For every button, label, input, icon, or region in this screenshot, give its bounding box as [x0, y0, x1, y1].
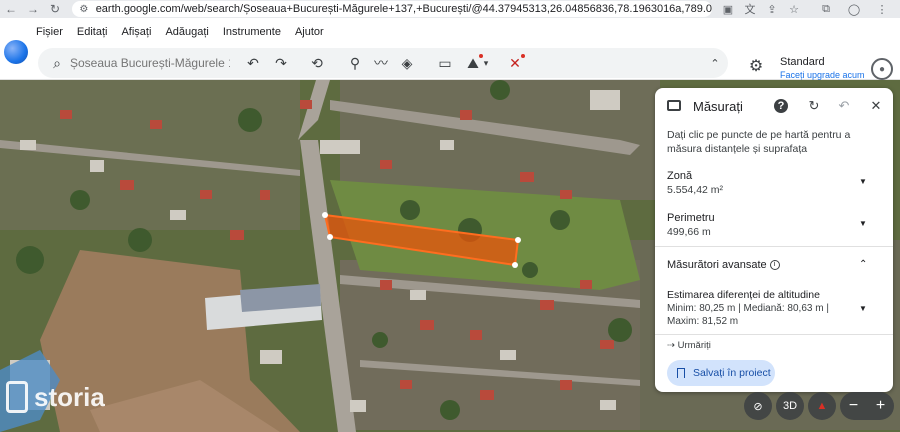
undo-icon[interactable]: ↶: [835, 97, 853, 115]
help-icon[interactable]: ?: [774, 99, 788, 113]
area-row[interactable]: Zonă 5.554,42 m² ▼: [655, 168, 893, 208]
settings-gear-icon[interactable]: ⚙: [746, 56, 766, 76]
menu-help[interactable]: Ajutor: [295, 26, 324, 38]
panel-header: Măsurați ? ↻ ↶ ✕: [655, 88, 893, 124]
panel-title: Măsurați: [693, 99, 743, 114]
placemark-icon[interactable]: ⚲: [344, 48, 366, 78]
extensions-icon[interactable]: ⧉: [818, 1, 834, 17]
menu-tools[interactable]: Instrumente: [223, 26, 281, 38]
share-icon[interactable]: ⇪: [764, 1, 780, 17]
app-header: Fișier Editați Afișați Adăugați Instrume…: [0, 18, 900, 80]
perimeter-row[interactable]: Perimetru 499,66 m ▼: [655, 210, 893, 250]
follow-link[interactable]: ⇢ Urmăriți: [667, 340, 711, 351]
layers-icon[interactable]: ◈: [396, 48, 418, 78]
browser-menu-icon[interactable]: ⋮: [874, 1, 890, 17]
advanced-label: Măsurători avansate i: [667, 259, 780, 271]
close-icon[interactable]: ✕: [867, 97, 885, 115]
path-icon[interactable]: 〰: [370, 48, 392, 78]
menu-view[interactable]: Afișați: [121, 26, 151, 38]
elevation-values: Minim: 80,25 m | Mediană: 80,63 m | Maxi…: [667, 303, 829, 327]
area-label: Zonă: [667, 170, 693, 182]
bookmark-icon: [677, 368, 685, 378]
menu-add[interactable]: Adăugați: [165, 26, 208, 38]
bookmark-star-icon[interactable]: ☆: [786, 1, 802, 17]
compass-reset-icon[interactable]: ⊘: [744, 392, 772, 420]
refresh-icon[interactable]: ↻: [805, 97, 823, 115]
view-3d-button[interactable]: 3D: [776, 392, 804, 420]
elevation-row[interactable]: Estimarea diferenței de altitudine Minim…: [655, 288, 893, 330]
dropdown-chevron-icon[interactable]: ▼: [859, 219, 869, 229]
storia-logo-icon: [6, 381, 28, 413]
advanced-row[interactable]: Măsurători avansate i ⌃: [655, 256, 893, 278]
notification-dot: [521, 54, 525, 58]
address-actions: ▣ 文 ⇪ ☆: [720, 0, 802, 18]
account-icon[interactable]: ●: [871, 58, 893, 80]
browser-toolbar: ← → ↻ ⚙ earth.google.com/web/search/Șose…: [0, 0, 900, 18]
zoom-out-icon[interactable]: −: [840, 392, 867, 420]
compass-icon[interactable]: ▲: [808, 392, 836, 420]
zoom-in-icon[interactable]: +: [867, 392, 894, 420]
perimeter-label: Perimetru: [667, 212, 715, 224]
translate-icon[interactable]: 文: [742, 1, 758, 17]
address-bar[interactable]: ⚙ earth.google.com/web/search/Șoseaua+Bu…: [72, 1, 712, 17]
upgrade-link[interactable]: Faceți upgrade acum: [780, 70, 865, 80]
save-button-label: Salvați în proiect: [693, 367, 771, 379]
perimeter-value: 499,66 m: [667, 226, 711, 238]
browser-right-controls: ⧉ ◯ ⋮: [818, 0, 890, 18]
search-input[interactable]: [70, 56, 230, 70]
search-icon[interactable]: ⌕: [44, 48, 70, 78]
dropdown-chevron-icon[interactable]: ▼: [859, 304, 869, 314]
redo-icon[interactable]: ↷: [270, 48, 292, 78]
collapse-chevron-icon[interactable]: ⌃: [859, 259, 869, 270]
site-info-icon[interactable]: ⚙: [78, 2, 90, 16]
back-icon[interactable]: ←: [0, 0, 22, 18]
history-icon[interactable]: ⟲: [306, 48, 328, 78]
elevation-label: Estimarea diferenței de altitudine: [667, 289, 820, 301]
info-icon[interactable]: i: [769, 260, 780, 271]
menu-file[interactable]: Fișier: [36, 26, 63, 38]
divider: [655, 334, 893, 335]
advanced-label-text: Măsurători avansate: [667, 259, 767, 271]
install-app-icon[interactable]: ▣: [720, 1, 736, 17]
share-arrow-icon: ⇢: [667, 340, 678, 351]
area-value: 5.554,42 m²: [667, 184, 724, 196]
forward-icon[interactable]: →: [22, 0, 44, 18]
measure-panel: Măsurați ? ↻ ↶ ✕ Dați clic pe puncte de …: [655, 88, 893, 392]
menu-bar: Fișier Editați Afișați Adăugați Instrume…: [36, 26, 338, 38]
menu-edit[interactable]: Editați: [77, 26, 108, 38]
save-to-project-button[interactable]: Salvați în proiect: [667, 360, 775, 386]
reload-icon[interactable]: ↻: [44, 0, 66, 18]
dropdown-chevron-icon[interactable]: ▾: [480, 48, 492, 78]
profile-icon[interactable]: ◯: [846, 1, 862, 17]
instructions-text: Dați clic pe puncte de pe hartă pentru a…: [667, 129, 851, 155]
collapse-chevron-icon[interactable]: ⌃: [704, 48, 726, 78]
undo-icon[interactable]: ↶: [242, 48, 264, 78]
dropdown-chevron-icon[interactable]: ▼: [859, 177, 869, 187]
url-text: earth.google.com/web/search/Șoseaua+Bucu…: [95, 3, 712, 15]
storia-watermark: storia: [6, 381, 105, 413]
zoom-controls: − +: [840, 392, 894, 420]
plan-info: Standard Faceți upgrade acum: [780, 56, 865, 80]
divider: [655, 246, 893, 247]
satellite-icon[interactable]: ✕: [504, 48, 526, 78]
ruler-icon[interactable]: ▭: [434, 48, 456, 78]
follow-label: Urmăriți: [677, 340, 711, 351]
watermark-text: storia: [34, 381, 105, 412]
plan-title: Standard: [780, 56, 825, 68]
ruler-icon: [667, 100, 681, 111]
google-earth-logo-icon[interactable]: [4, 40, 28, 64]
